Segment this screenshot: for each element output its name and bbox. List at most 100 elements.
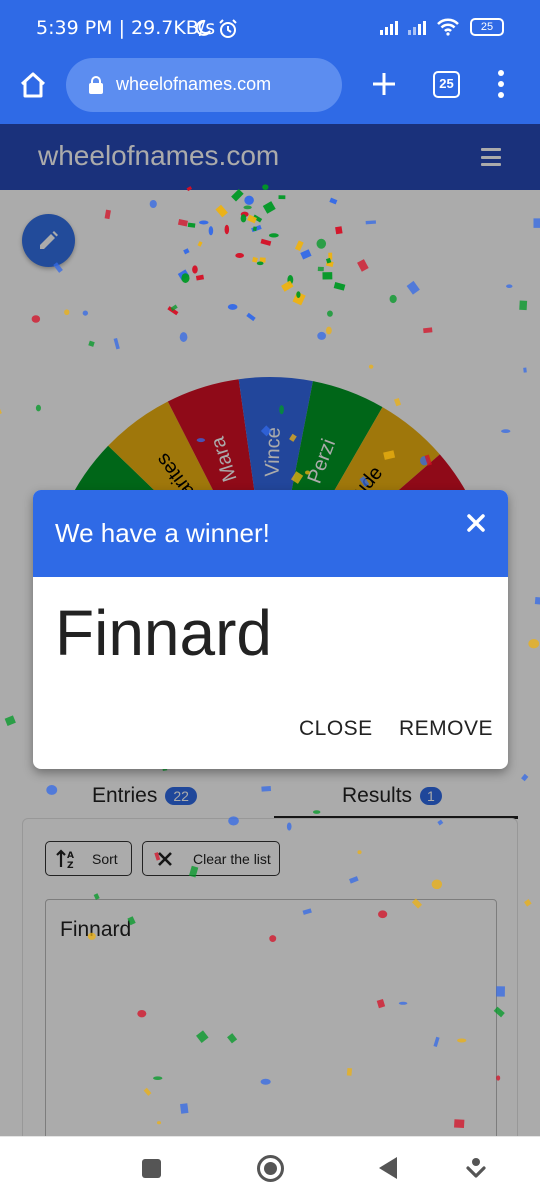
confetti-piece (113, 338, 120, 350)
confetti-piece (506, 284, 513, 288)
confetti-piece (431, 879, 443, 890)
confetti-piece (389, 294, 397, 304)
confetti-piece (528, 638, 540, 649)
confetti-piece (246, 312, 256, 322)
confetti-piece (423, 327, 433, 334)
dialog-header: We have a winner! (33, 490, 508, 577)
confetti-piece (359, 476, 370, 488)
confetti-piece (243, 205, 252, 210)
confetti-piece (93, 893, 100, 900)
confetti-piece (316, 238, 327, 249)
confetti-piece (227, 1033, 238, 1044)
confetti-piece (179, 332, 188, 342)
confetti-piece (376, 999, 386, 1009)
confetti-piece (208, 226, 214, 236)
winner-name: Finnard (55, 597, 272, 669)
winner-dialog: We have a winner! Finnard CLOSE REMOVE (33, 490, 508, 769)
confetti-piece (524, 899, 532, 907)
confetti-piece (262, 201, 276, 214)
back-icon[interactable] (379, 1157, 397, 1179)
confetti-piece (227, 304, 238, 310)
confetti-piece (327, 310, 333, 317)
address-bar[interactable]: wheelofnames.com (66, 58, 342, 112)
confetti-piece (304, 470, 311, 475)
plus-icon[interactable] (370, 70, 398, 98)
confetti-piece (252, 256, 258, 263)
confetti-piece (296, 291, 301, 299)
confetti-piece (279, 405, 284, 415)
confetti-piece (519, 300, 528, 311)
confetti-piece (411, 898, 423, 909)
confetti-piece (329, 197, 338, 205)
more-vert-icon[interactable] (497, 70, 505, 98)
confetti-piece (53, 262, 63, 273)
confetti-piece (196, 438, 206, 443)
confetti-piece (260, 1078, 271, 1085)
confetti-piece (398, 1001, 408, 1005)
confetti-piece (0, 408, 2, 418)
confetti-piece (457, 1038, 467, 1043)
confetti-piece (302, 908, 312, 915)
confetti-piece (195, 274, 205, 281)
confetti-piece (333, 282, 346, 291)
confetti-piece (365, 220, 377, 225)
confetti-piece (252, 226, 257, 232)
browser-toolbar: wheelofnames.com 25 (0, 56, 540, 124)
confetti-piece (64, 309, 70, 316)
confetti-piece (143, 1087, 152, 1096)
confetti-piece (240, 214, 247, 223)
home-button-icon[interactable] (257, 1155, 284, 1182)
confetti-piece (523, 367, 527, 373)
confetti-piece (156, 1121, 162, 1125)
confetti-piece (224, 224, 230, 235)
confetti-piece (104, 209, 111, 220)
confetti-piece (35, 404, 41, 412)
status-time: 5:39 PM | 29.7KB/s (36, 17, 216, 39)
lock-icon (89, 76, 103, 94)
confetti-piece (335, 226, 343, 235)
confetti-piece (192, 265, 198, 274)
recents-icon[interactable] (142, 1159, 161, 1178)
confetti-piece (269, 935, 277, 943)
confetti-piece (312, 810, 321, 814)
confetti-piece (244, 195, 254, 205)
confetti-piece (278, 195, 286, 200)
confetti-piece (228, 816, 239, 826)
confetti-piece (501, 429, 511, 434)
url-text: wheelofnames.com (116, 74, 272, 94)
confetti-piece (325, 326, 332, 335)
confetti-piece (300, 249, 312, 260)
confetti-piece (437, 819, 444, 826)
confetti-piece (357, 850, 362, 855)
assistant-icon[interactable] (466, 1157, 486, 1179)
confetti-piece (322, 272, 333, 280)
confetti-piece (493, 1006, 505, 1018)
wifi-icon (437, 18, 459, 36)
close-button[interactable]: CLOSE (299, 717, 373, 741)
confetti-piece (268, 233, 279, 238)
close-icon[interactable] (465, 512, 487, 534)
confetti-piece (349, 876, 359, 884)
confetti-piece (496, 986, 505, 997)
confetti-piece (198, 220, 209, 225)
confetti-piece (289, 433, 297, 442)
confetti-piece (82, 310, 89, 316)
confetti-piece (262, 184, 269, 190)
confetti-piece (383, 450, 396, 460)
remove-button[interactable]: REMOVE (399, 717, 493, 741)
confetti-piece (534, 596, 540, 605)
confetti-piece (177, 218, 188, 227)
confetti-piece (317, 266, 324, 272)
confetti-piece (406, 280, 420, 295)
confetti-piece (357, 259, 369, 272)
confetti-piece (153, 1076, 163, 1080)
confetti-piece (261, 786, 272, 792)
confetti-piece (496, 1075, 501, 1081)
confetti-piece (521, 773, 529, 782)
home-icon[interactable] (18, 70, 48, 100)
confetti-piece (454, 1119, 465, 1128)
confetti-piece (368, 364, 374, 369)
confetti-piece (31, 315, 41, 323)
confetti-piece (46, 785, 58, 795)
tabs-icon[interactable]: 25 (433, 71, 460, 98)
